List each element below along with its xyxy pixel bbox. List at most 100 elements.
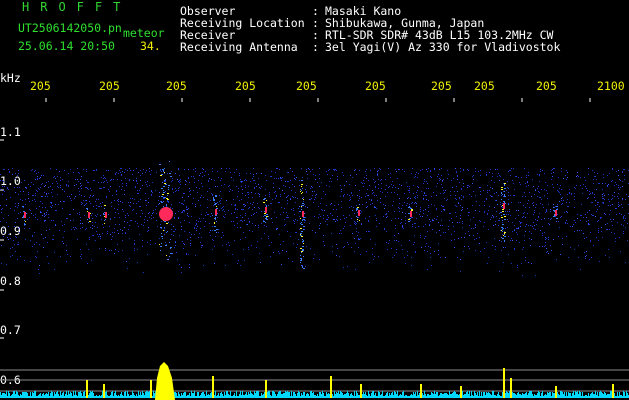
noise-pixel [407,255,408,256]
baseline-pixel [98,396,99,398]
echo-pixel [162,194,164,195]
noise-pixel [529,207,530,208]
noise-pixel [540,203,541,204]
noise-pixel [37,219,38,220]
echo-pixel [216,229,218,230]
noise-pixel [198,221,199,222]
noise-pixel [185,180,186,181]
noise-pixel [537,196,538,197]
noise-pixel [93,195,94,196]
noise-pixel [114,217,115,218]
noise-pixel [488,229,489,230]
baseline-pixel [23,392,24,398]
noise-pixel [151,170,152,171]
noise-pixel [77,168,78,169]
noise-pixel [443,209,444,210]
baseline-pixel [546,395,547,398]
echo-pixel [502,229,503,230]
baseline-pixel [542,391,543,398]
noise-pixel [208,174,209,175]
baseline-pixel [574,395,575,398]
baseline-pixel [153,391,154,398]
echo-pixel [502,220,503,221]
noise-pixel [140,180,141,181]
noise-pixel [618,204,619,205]
noise-pixel [6,264,7,265]
noise-pixel [479,211,480,212]
noise-pixel [548,253,549,254]
noise-pixel [112,232,113,233]
baseline-pixel [13,391,14,398]
noise-pixel [41,175,42,176]
noise-pixel [10,256,11,257]
noise-pixel [341,189,342,190]
noise-pixel [523,247,524,248]
noise-pixel [189,267,190,268]
noise-pixel [263,220,264,221]
echo-pixel [104,205,106,206]
noise-pixel [520,222,521,223]
noise-pixel [404,257,405,258]
noise-pixel [407,251,408,252]
echo-pixel [160,227,162,228]
echo-pixel [163,230,164,231]
noise-pixel [423,199,424,200]
noise-pixel [598,230,599,231]
baseline-pixel [9,393,10,398]
noise-pixel [408,197,409,198]
baseline-pixel [605,393,606,398]
noise-pixel [335,169,336,170]
noise-pixel [282,250,283,251]
noise-pixel [579,230,580,231]
noise-pixel [593,183,594,184]
noise-pixel [17,218,18,219]
noise-pixel [527,182,528,183]
baseline-pixel [411,394,412,398]
noise-pixel [39,273,40,274]
noise-pixel [526,177,527,178]
noise-pixel [619,213,620,214]
noise-pixel [173,226,174,227]
noise-pixel [476,238,477,239]
noise-pixel [398,188,399,189]
baseline-pixel [425,394,426,398]
noise-pixel [624,215,625,216]
noise-pixel [438,243,439,244]
noise-pixel [68,181,69,182]
baseline-pixel [368,391,369,398]
baseline-pixel [499,395,500,398]
noise-pixel [359,198,360,199]
noise-pixel [197,192,198,193]
noise-pixel [588,220,589,221]
noise-pixel [428,246,429,247]
noise-pixel [344,226,345,227]
noise-pixel [403,228,404,229]
noise-pixel [170,207,171,208]
noise-pixel [434,218,435,219]
noise-pixel [136,213,137,214]
noise-pixel [617,222,618,223]
noise-pixel [311,186,312,187]
baseline-pixel [91,392,92,398]
noise-pixel [418,226,419,227]
noise-pixel [341,207,342,208]
noise-pixel [194,227,195,228]
noise-pixel [35,193,36,194]
noise-pixel [622,207,623,208]
noise-pixel [402,212,403,213]
noise-pixel [193,176,194,177]
noise-pixel [327,219,328,220]
noise-pixel [184,211,185,212]
baseline-pixel [552,392,553,398]
noise-pixel [175,241,176,242]
baseline-pixel [544,395,545,398]
echo-pixel [215,196,217,197]
noise-pixel [46,230,47,231]
noise-pixel [349,200,350,201]
noise-pixel [459,198,460,199]
noise-pixel [152,192,153,193]
noise-pixel [377,200,378,201]
noise-pixel [463,186,464,187]
echo-pixel [301,193,302,194]
baseline-pixel [400,394,401,398]
